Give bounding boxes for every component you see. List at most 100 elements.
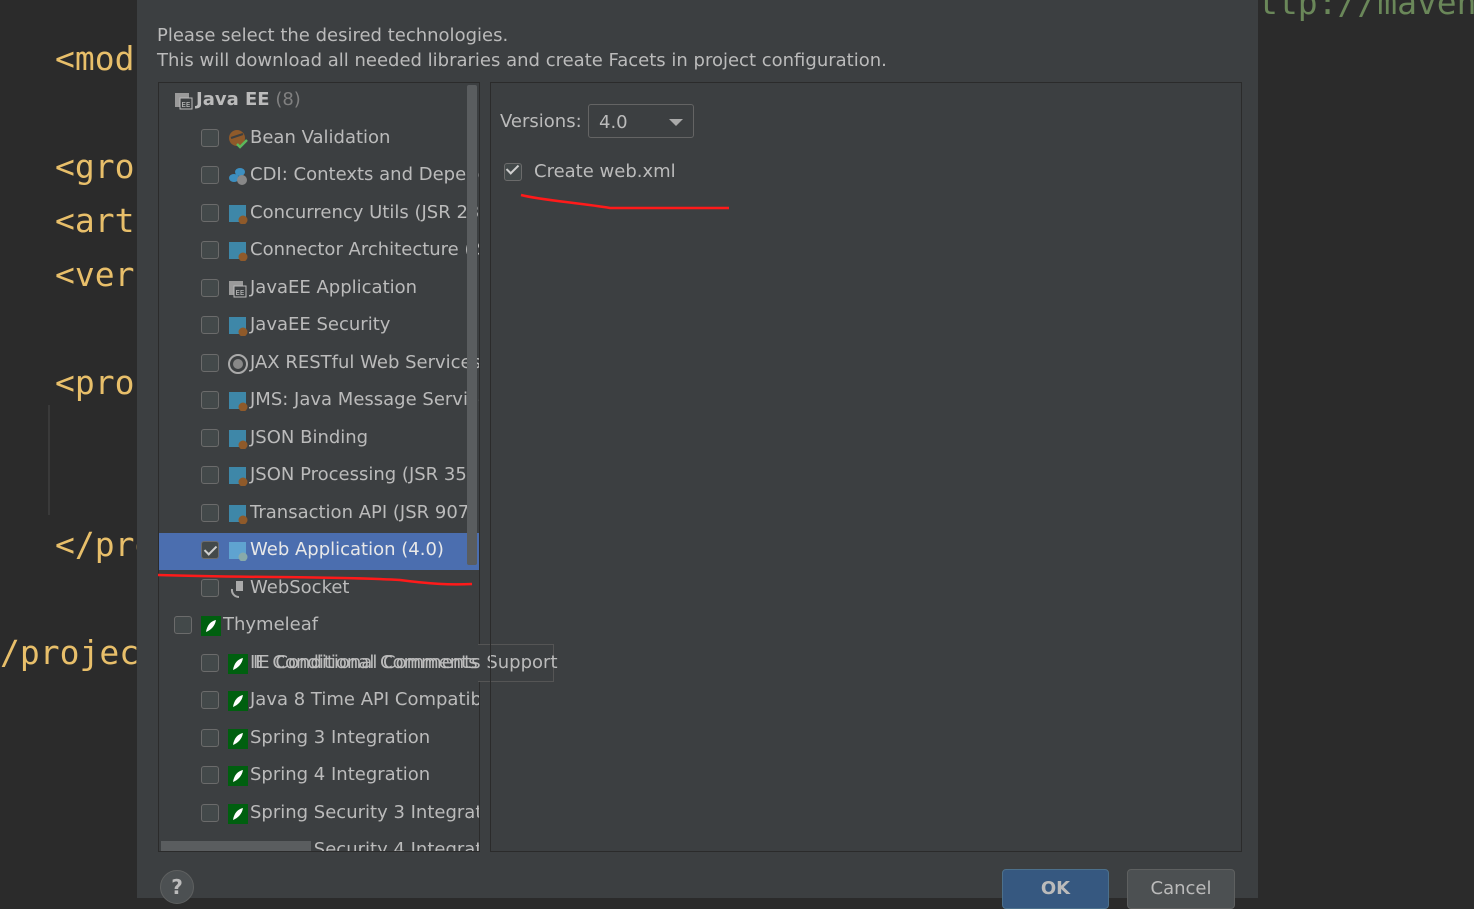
tree-item[interactable]: EE JavaEE Application [159, 271, 479, 308]
thymeleaf-icon [201, 616, 221, 636]
tree-item-checkbox[interactable] [201, 466, 219, 484]
tree-item-label: JSON Processing (JSR 353) [250, 464, 480, 485]
tree-item-checkbox[interactable] [201, 653, 219, 672]
versions-label: Versions: [500, 111, 582, 132]
help-button[interactable]: ? [160, 870, 194, 904]
tree-item-checkbox[interactable] [201, 541, 219, 559]
javaee-module-icon [228, 316, 248, 337]
tree-item[interactable]: Spring 4 Integration [159, 758, 479, 795]
tree-item-label: JavaEE Security [250, 314, 391, 335]
description-line-2: This will download all needed libraries … [157, 50, 887, 71]
tree-item[interactable]: CDI: Contexts and Dependency Injection [159, 158, 479, 195]
tree-item-checkbox[interactable] [201, 503, 219, 522]
create-webxml-checkbox[interactable]: Create web.xml [504, 161, 676, 182]
tree-item[interactable]: Java 8 Time API Compatibility [159, 683, 479, 720]
tree-item[interactable]: Transaction API (JSR 907) [159, 496, 479, 533]
tree-item-label: Transaction API (JSR 907) [250, 501, 477, 523]
tree-item[interactable]: Spring Security 3 Integration [159, 796, 479, 833]
tree-item-label: JAX RESTful Web Services [250, 351, 480, 373]
create-webxml-label: Create web.xml [534, 161, 676, 182]
tree-item-count: (8) [269, 89, 301, 110]
thymeleaf-icon [228, 728, 248, 749]
tree-item[interactable]: Thymeleaf [159, 608, 479, 645]
javaee-icon: EE [174, 91, 194, 111]
tree-item-label: Java 8 Time API Compatibility [250, 689, 479, 710]
tree-item-label: Thymeleaf [223, 614, 319, 635]
tree-item-checkbox[interactable] [201, 166, 219, 184]
tree-item-label: Concurrency Utils (JSR 236) [250, 201, 480, 223]
cdi-icon [228, 166, 248, 186]
thymeleaf-icon [228, 691, 248, 711]
tree-item-label: Spring 3 Integration [250, 726, 431, 748]
tree-item-checkbox[interactable] [201, 353, 219, 372]
tree-horizontal-scrollbar[interactable] [161, 841, 311, 851]
tree-item-checkbox[interactable] [201, 428, 219, 447]
tree-item-label: WebSocket [250, 576, 350, 598]
tree-item-checkbox[interactable] [201, 578, 219, 597]
thymeleaf-icon [228, 766, 248, 786]
tree-item[interactable]: Spring 3 Integration [159, 721, 479, 758]
svg-text:EE: EE [182, 101, 191, 109]
tree-item-label: CDI: Contexts and Dependency Injection [250, 164, 479, 185]
code-line: /project [0, 633, 159, 672]
tree-item-checkbox[interactable] [201, 691, 219, 709]
tree-item-checkbox[interactable] [201, 128, 219, 147]
tree-item-label: JavaEE Application [250, 276, 418, 298]
tree-vertical-scrollbar[interactable] [467, 85, 477, 565]
checkbox-icon[interactable] [504, 162, 522, 181]
tree-item[interactable]: JAX RESTful Web Services [159, 346, 479, 383]
tree-item-label: Connector Architecture (JSR 322) [250, 239, 479, 260]
thymeleaf-icon [228, 653, 248, 674]
tree-item-label: Bean Validation [250, 126, 391, 148]
tree-item-checkbox[interactable] [201, 241, 219, 259]
tree-item-checkbox[interactable] [201, 391, 219, 409]
thymeleaf-icon [228, 803, 248, 824]
websocket-icon [228, 579, 248, 599]
tree-item[interactable]: WebSocket [159, 571, 479, 608]
tree-item-label: Java EE (8) [196, 89, 301, 110]
technologies-tree[interactable]: Spring Security 4 IntegrationSpring Secu… [158, 82, 480, 852]
tree-item-checkbox[interactable] [201, 203, 219, 222]
indent-guide [48, 405, 50, 515]
description-line-1: Please select the desired technologies. [157, 25, 509, 46]
tree-item[interactable]: JavaEE Security [159, 308, 479, 345]
tree-item[interactable]: Web Application (4.0) [159, 533, 479, 570]
web-app-icon [228, 541, 248, 562]
tree-item[interactable]: Bean Validation [159, 121, 479, 158]
javaee-module-icon [228, 504, 248, 524]
bean-validation-icon [228, 129, 248, 149]
tree-item[interactable]: Concurrency Utils (JSR 236) [159, 196, 479, 233]
tree-item-label: Web Application (4.0) [250, 539, 444, 560]
tree-item-label: Spring Security 3 Integration [250, 801, 480, 823]
tree-item-checkbox[interactable] [201, 316, 219, 334]
javaee-app-icon: EE [228, 279, 248, 299]
tree-item-checkbox[interactable] [201, 803, 219, 822]
svg-text:EE: EE [236, 289, 245, 297]
cancel-button[interactable]: Cancel [1127, 869, 1235, 909]
tree-item-label: Spring 4 Integration [250, 764, 431, 785]
code-url: ttp://maven [1258, 0, 1474, 22]
globe-icon [228, 353, 248, 374]
javaee-module-icon [228, 204, 248, 224]
javaee-module-icon [228, 241, 248, 262]
tree-item-checkbox[interactable] [201, 728, 219, 747]
tree-item[interactable]: EE Java EE (8) [159, 83, 479, 120]
tree-item[interactable]: Connector Architecture (JSR 322) [159, 233, 479, 270]
tree-item[interactable]: JSON Binding [159, 421, 479, 458]
tree-item-checkbox[interactable] [174, 616, 192, 634]
javaee-module-icon [228, 391, 248, 412]
ok-button[interactable]: OK [1002, 869, 1109, 909]
tree-item[interactable]: JSON Processing (JSR 353) [159, 458, 479, 495]
tree-item-checkbox[interactable] [201, 278, 219, 297]
chevron-down-icon [669, 119, 683, 126]
versions-value: 4.0 [599, 112, 628, 133]
javaee-module-icon [228, 466, 248, 487]
code-line: <mod [55, 39, 135, 78]
versions-dropdown[interactable]: 4.0 [588, 104, 694, 138]
javaee-module-icon [228, 429, 248, 449]
tree-item-label: JSON Binding [250, 426, 369, 448]
add-frameworks-dialog: Please select the desired technologies. … [137, 0, 1258, 909]
tree-item[interactable]: JMS: Java Message Service [159, 383, 479, 420]
tree-item-checkbox[interactable] [201, 766, 219, 784]
options-panel: Versions: 4.0 Create web.xml [490, 82, 1242, 852]
